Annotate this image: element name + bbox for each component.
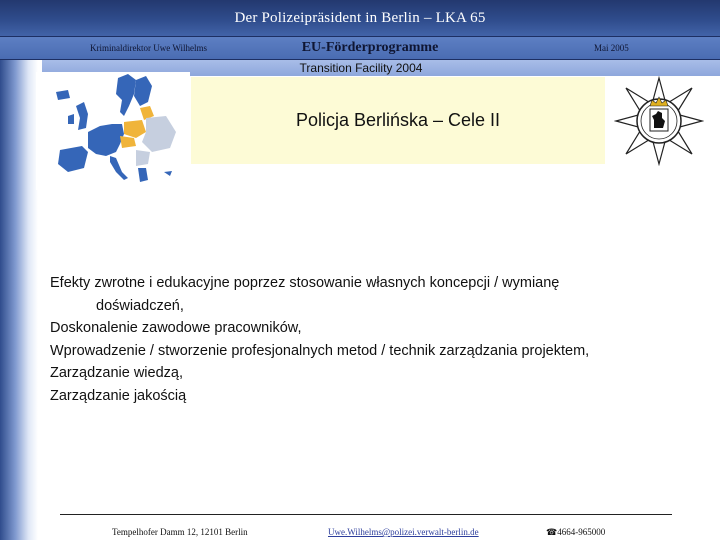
- footer-divider: [60, 514, 672, 515]
- header-title: Der Polizeipräsident in Berlin – LKA 65: [234, 10, 486, 26]
- telephone-icon: ☎: [546, 527, 558, 537]
- body-text-block: Efekty zwrotne i edukacyjne poprzez stos…: [50, 272, 690, 407]
- body-line-5: Zarządzanie jakością: [50, 387, 187, 404]
- program-title: EU-Förderprogramme: [301, 40, 439, 55]
- eu-map-icon: [56, 74, 176, 182]
- body-line-2: Doskonalenie zawodowe pracowników,: [50, 320, 302, 336]
- body-line-1-continuation: doświadczeń,: [96, 297, 184, 314]
- footer-email-link[interactable]: Uwe.Wilhelms@polizei.verwalt-berlin.de: [328, 527, 479, 537]
- header-title-bar: Der Polizeipräsident in Berlin – LKA 65: [0, 0, 720, 36]
- left-gradient-rail: [0, 60, 38, 540]
- body-line-4: Zarządzanie wiedzą,: [50, 365, 183, 381]
- body-line-3: Wprowadzenie / stworzenie profesjonalnyc…: [50, 342, 590, 359]
- eu-map-image: [36, 72, 190, 190]
- header-date: Mai 2005: [594, 43, 629, 53]
- body-line-1: Efekty zwrotne i edukacyjne poprzez stos…: [50, 275, 560, 291]
- slide-title-box: Policja Berlińska – Cele II: [191, 77, 605, 164]
- police-badge: [614, 76, 704, 166]
- subtitle: Transition Facility 2004: [299, 61, 423, 75]
- footer-phone-number: 4664-965000: [557, 527, 606, 537]
- police-star-badge-icon: [614, 76, 704, 166]
- footer-phone: ☎4664-965000: [546, 527, 605, 538]
- slide-title: Policja Berlińska – Cele II: [295, 110, 501, 130]
- footer-address: Tempelhofer Damm 12, 12101 Berlin: [112, 527, 248, 537]
- author-name: Kriminaldirektor Uwe Wilhelms: [90, 43, 207, 53]
- header-info-row: Kriminaldirektor Uwe Wilhelms EU-Förderp…: [0, 36, 720, 60]
